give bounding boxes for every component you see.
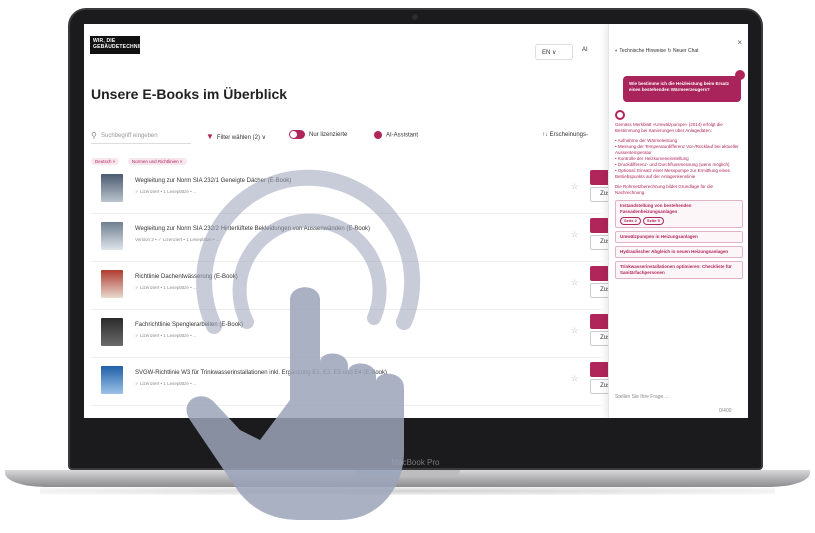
- tap-gesture-icon: [186, 169, 421, 520]
- stage: WIR, DIE GEBÄUDETECHNIKER EN ∨ AI Unsere…: [0, 0, 815, 533]
